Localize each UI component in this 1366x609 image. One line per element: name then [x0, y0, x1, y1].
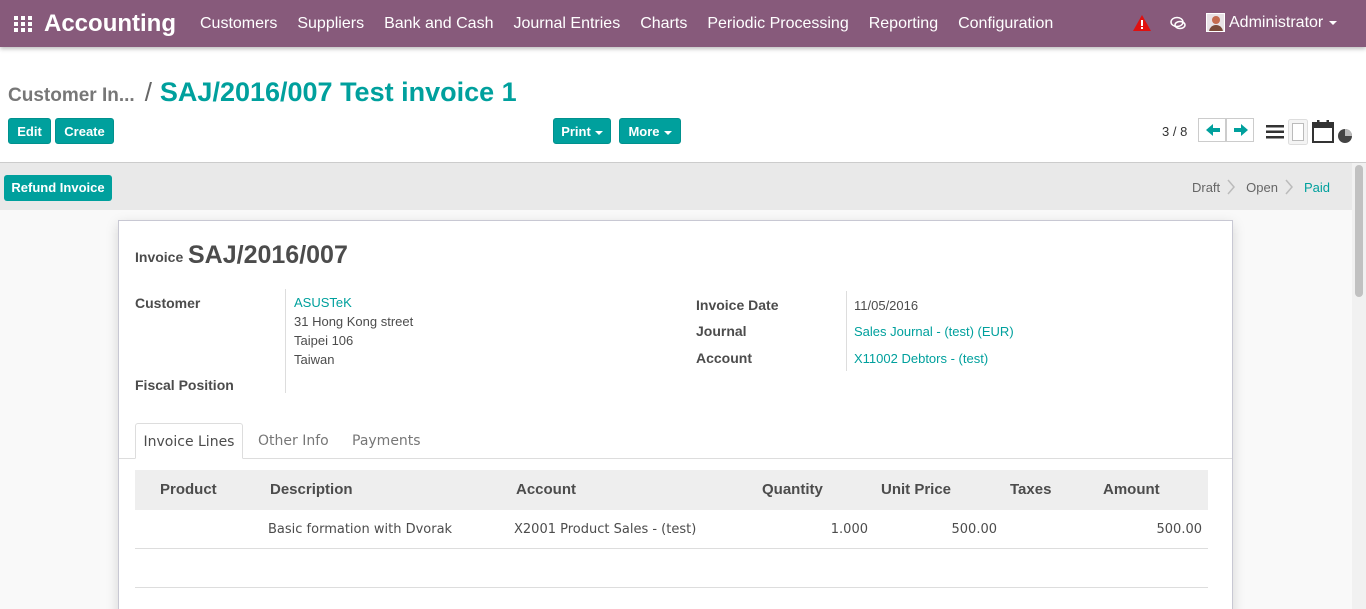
menu-item-journal-entries[interactable]: Journal Entries	[503, 0, 630, 47]
column-header-unit-price[interactable]: Unit Price	[881, 481, 951, 498]
avatar	[1206, 13, 1225, 32]
refund-invoice-button[interactable]: Refund Invoice	[4, 175, 112, 201]
fiscal-position-label: Fiscal Position	[135, 377, 234, 393]
account-link[interactable]: X11002 Debtors - (test)	[854, 351, 988, 366]
menu-item-bank-and-cash[interactable]: Bank and Cash	[374, 0, 503, 47]
caret-down-icon	[594, 130, 603, 135]
column-header-amount[interactable]: Amount	[1103, 481, 1160, 498]
column-header-product[interactable]: Product	[160, 481, 217, 498]
breadcrumb: Customer In... / SAJ/2016/007 Test invoi…	[8, 77, 517, 108]
pager-previous-button[interactable]	[1198, 118, 1226, 142]
chat-icon[interactable]	[1169, 14, 1187, 32]
menu-item-customers[interactable]: Customers	[190, 0, 287, 47]
row-divider	[135, 587, 1208, 588]
tab-invoice-lines[interactable]: Invoice Lines	[135, 423, 243, 459]
cell-account: X2001 Product Sales - (test)	[514, 522, 697, 537]
calendar-view-icon[interactable]	[1312, 120, 1334, 143]
arrow-right-icon	[1234, 124, 1248, 136]
chevron-right-icon	[1227, 179, 1236, 195]
menu-item-reporting[interactable]: Reporting	[859, 0, 948, 47]
journal-link[interactable]: Sales Journal - (test) (EUR)	[854, 324, 1014, 339]
menu-item-configuration[interactable]: Configuration	[948, 0, 1063, 47]
invoice-number: SAJ/2016/007	[188, 241, 348, 269]
print-label: Print	[561, 124, 591, 139]
invoice-date-label: Invoice Date	[696, 297, 779, 313]
stage-draft[interactable]: Draft	[1192, 180, 1220, 195]
stage-paid[interactable]: Paid	[1304, 180, 1330, 195]
column-header-quantity[interactable]: Quantity	[762, 481, 823, 498]
menu-item-periodic-processing[interactable]: Periodic Processing	[697, 0, 858, 47]
apps-icon[interactable]	[14, 16, 32, 32]
more-label: More	[628, 124, 660, 139]
column-header-description[interactable]: Description	[270, 481, 353, 498]
form-view-icon[interactable]	[1288, 119, 1308, 145]
pager-next-button[interactable]	[1226, 118, 1254, 142]
cell-unit-price: 500.00	[951, 522, 998, 537]
top-navbar: Accounting Customers Suppliers Bank and …	[0, 0, 1366, 47]
address-line: Taiwan	[294, 352, 335, 367]
arrow-left-icon	[1206, 124, 1220, 136]
tab-other-info[interactable]: Other Info	[258, 423, 329, 459]
cell-amount: 500.00	[1156, 522, 1203, 537]
create-button[interactable]: Create	[55, 118, 114, 144]
invoice-label: Invoice	[135, 249, 184, 265]
more-button[interactable]: More	[619, 118, 681, 144]
list-view-icon[interactable]	[1266, 125, 1284, 139]
divider	[285, 289, 286, 393]
divider	[846, 291, 847, 371]
customer-link[interactable]: ASUSTeK	[294, 295, 352, 310]
address-line: Taipei 106	[294, 333, 354, 348]
status-stages: Draft Open Paid	[1192, 179, 1330, 195]
table-header: Product Description Account Quantity Uni…	[135, 470, 1208, 510]
warning-icon[interactable]	[1133, 15, 1151, 31]
row-divider	[135, 548, 1208, 549]
tab-payments[interactable]: Payments	[352, 423, 421, 459]
edit-button[interactable]: Edit	[8, 118, 51, 144]
column-header-taxes[interactable]: Taxes	[1010, 481, 1051, 498]
scrollbar-thumb[interactable]	[1355, 165, 1363, 297]
address-line: 31 Hong Kong street	[294, 314, 414, 329]
stage-open[interactable]: Open	[1246, 180, 1278, 195]
caret-down-icon	[663, 130, 672, 135]
page-title: SAJ/2016/007 Test invoice 1	[159, 77, 517, 107]
graph-view-icon[interactable]	[1337, 128, 1353, 144]
breadcrumb-separator: /	[144, 77, 152, 107]
cell-quantity: 1.000	[830, 522, 868, 537]
menu-item-charts[interactable]: Charts	[630, 0, 697, 47]
account-label: Account	[696, 350, 752, 366]
journal-label: Journal	[696, 323, 747, 339]
user-name: Administrator	[1229, 13, 1324, 31]
pager-counter: 3 / 8	[1162, 124, 1188, 139]
caret-down-icon	[1329, 20, 1338, 25]
menu-item-suppliers[interactable]: Suppliers	[287, 0, 374, 47]
cell-description: Basic formation with Dvorak	[268, 522, 453, 537]
customer-label: Customer	[135, 295, 201, 311]
invoice-date-value: 11/05/2016	[854, 298, 919, 313]
app-brand[interactable]: Accounting	[44, 10, 176, 38]
invoice-sheet: Invoice SAJ/2016/007 Customer ASUSTeK 31…	[118, 220, 1233, 609]
main-menu: Customers Suppliers Bank and Cash Journa…	[190, 0, 1063, 47]
scrollbar[interactable]	[1352, 163, 1366, 609]
user-menu[interactable]: Administrator	[1206, 13, 1338, 32]
print-button[interactable]: Print	[553, 118, 611, 144]
column-header-account[interactable]: Account	[516, 481, 576, 498]
status-bar: Refund Invoice Draft Open Paid	[0, 163, 1352, 210]
breadcrumb-parent[interactable]: Customer In...	[8, 85, 135, 107]
chevron-right-icon	[1285, 179, 1293, 195]
